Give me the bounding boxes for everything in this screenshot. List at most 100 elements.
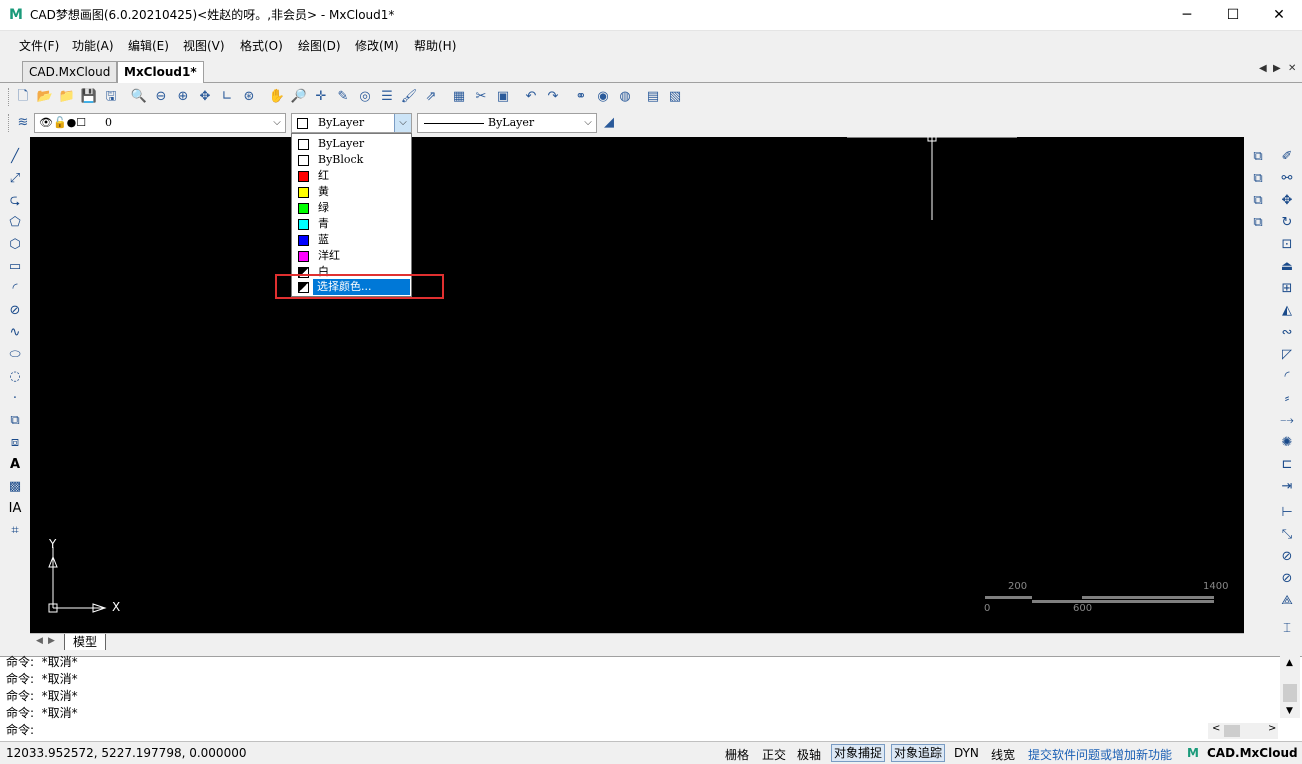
open-cloud-icon[interactable]: 📁 bbox=[58, 88, 76, 106]
fillet-icon[interactable]: ◜ bbox=[1277, 367, 1297, 387]
ellipse-icon[interactable]: ⬭ bbox=[5, 345, 25, 365]
text-icon[interactable]: A bbox=[5, 455, 25, 475]
offset-icon[interactable]: ⏏ bbox=[1277, 257, 1297, 277]
color-option-blue[interactable]: 蓝 bbox=[292, 232, 411, 248]
send-under-icon[interactable]: ⧉ bbox=[1248, 213, 1268, 233]
trim-icon[interactable]: ⸗ bbox=[1277, 389, 1297, 409]
chamfer-icon[interactable]: ◸ bbox=[1277, 345, 1297, 365]
chevron-down-icon[interactable]: ⌵ bbox=[269, 114, 285, 132]
menu-function[interactable]: 功能(A) bbox=[72, 37, 114, 54]
layer-combo[interactable]: 👁🔓●☐ 0 ⌵ bbox=[34, 113, 286, 133]
match-properties-icon[interactable]: ◎ bbox=[356, 88, 374, 106]
construction-line-icon[interactable]: ⤢ bbox=[5, 169, 25, 189]
redo-icon[interactable]: ↷ bbox=[544, 88, 562, 106]
line-icon[interactable]: ╱ bbox=[5, 147, 25, 167]
menu-modify[interactable]: 修改(M) bbox=[355, 37, 399, 54]
brush-icon[interactable]: 🖌 bbox=[400, 88, 418, 106]
undo-icon[interactable]: ↶ bbox=[522, 88, 540, 106]
color-option-cyan[interactable]: 青 bbox=[292, 216, 411, 232]
dim-angular-icon[interactable]: ⟁ bbox=[1277, 591, 1297, 611]
toggle-dyn[interactable]: DYN bbox=[954, 746, 979, 760]
export-icon[interactable]: ⇗ bbox=[422, 88, 440, 106]
mtext-icon[interactable]: IA bbox=[5, 499, 25, 519]
tab-next-icon[interactable]: ▶ bbox=[1273, 63, 1281, 74]
layout-prev-icon[interactable]: ◀ bbox=[36, 636, 43, 646]
save-icon[interactable]: 💾 bbox=[80, 88, 98, 106]
tab-close-icon[interactable]: ✕ bbox=[1288, 63, 1296, 74]
dim-aligned-icon[interactable]: ⤡ bbox=[1277, 525, 1297, 545]
circle-icon[interactable]: ⊘ bbox=[5, 301, 25, 321]
tab-model[interactable]: 模型 bbox=[64, 634, 107, 650]
zoom-realtime-icon[interactable]: ⊛ bbox=[240, 88, 258, 106]
pan-icon[interactable]: ✋ bbox=[268, 88, 286, 106]
color-option-magenta[interactable]: 洋红 bbox=[292, 248, 411, 264]
zoom-extents-icon[interactable]: ✥ bbox=[196, 88, 214, 106]
rotate-icon[interactable]: ↻ bbox=[1277, 213, 1297, 233]
color-option-green[interactable]: 绿 bbox=[292, 200, 411, 216]
minimize-button[interactable]: ─ bbox=[1164, 0, 1210, 30]
color-option-red[interactable]: 红 bbox=[292, 168, 411, 184]
color-option-byblock[interactable]: ByBlock bbox=[292, 152, 411, 168]
menu-help[interactable]: 帮助(H) bbox=[414, 37, 456, 54]
polyline-icon[interactable]: ⮎ bbox=[5, 191, 25, 211]
array-icon[interactable]: ⊞ bbox=[1277, 279, 1297, 299]
cloud-icon[interactable]: ◉ bbox=[594, 88, 612, 106]
chevron-down-icon[interactable]: ⌵ bbox=[394, 114, 411, 132]
menu-file[interactable]: 文件(F) bbox=[19, 37, 59, 54]
dim-linear-icon[interactable]: ⊢ bbox=[1277, 503, 1297, 523]
copy-icon[interactable]: ⚯ bbox=[1277, 169, 1297, 189]
new-file-icon[interactable]: 🗋 bbox=[14, 88, 32, 106]
break-icon[interactable]: ⊏ bbox=[1277, 455, 1297, 475]
shape-icon[interactable]: ⬡ bbox=[5, 235, 25, 255]
send-to-back-icon[interactable]: ⧉ bbox=[1248, 169, 1268, 189]
toggle-lineweight[interactable]: 线宽 bbox=[991, 746, 1015, 763]
extend-icon[interactable]: ⤍ bbox=[1277, 411, 1297, 431]
rectangle-icon[interactable]: ▭ bbox=[5, 257, 25, 277]
layer-manager-icon[interactable]: ≋ bbox=[14, 114, 32, 132]
sync-icon[interactable]: ◍ bbox=[616, 88, 634, 106]
mirror-icon[interactable]: ◭ bbox=[1277, 301, 1297, 321]
layers-icon[interactable]: ☰ bbox=[378, 88, 396, 106]
pencil-icon[interactable]: ✎ bbox=[334, 88, 352, 106]
save-as-icon[interactable]: 🖫 bbox=[102, 88, 120, 106]
dim-radius-icon[interactable]: ⊘ bbox=[1277, 547, 1297, 567]
hatch-icon[interactable]: ▩ bbox=[5, 477, 25, 497]
scroll-thumb[interactable] bbox=[1283, 684, 1297, 702]
maximize-button[interactable]: ☐ bbox=[1210, 0, 1256, 30]
bring-above-icon[interactable]: ⧉ bbox=[1248, 191, 1268, 211]
tab-mxcloud1[interactable]: MxCloud1* bbox=[117, 61, 204, 83]
command-vscroll[interactable]: ▲ ▼ bbox=[1280, 656, 1300, 718]
zoom-out-icon[interactable]: ⊖ bbox=[152, 88, 170, 106]
toolbar-grip[interactable] bbox=[8, 88, 13, 106]
menu-edit[interactable]: 编辑(E) bbox=[128, 37, 169, 54]
dim-style-icon[interactable]: ⌶ bbox=[1277, 619, 1297, 639]
arc-icon[interactable]: ◜ bbox=[5, 279, 25, 299]
linetype-combo[interactable]: ByLayer ⌵ bbox=[417, 113, 597, 133]
scroll-up-icon[interactable]: ▲ bbox=[1286, 658, 1293, 668]
menu-format[interactable]: 格式(O) bbox=[240, 37, 283, 54]
layout-next-icon[interactable]: ▶ bbox=[48, 636, 55, 646]
stretch-icon[interactable]: ∾ bbox=[1277, 323, 1297, 343]
scroll-left-icon[interactable]: < bbox=[1212, 723, 1220, 734]
tab-cad-mxcloud[interactable]: CAD.MxCloud bbox=[22, 61, 118, 82]
ucs-icon[interactable]: ∟ bbox=[218, 88, 236, 106]
bring-to-front-icon[interactable]: ⧉ bbox=[1248, 147, 1268, 167]
join-icon[interactable]: ⇥ bbox=[1277, 477, 1297, 497]
spline-icon[interactable]: ∿ bbox=[5, 323, 25, 343]
scroll-thumb[interactable] bbox=[1224, 725, 1240, 737]
toggle-otrack[interactable]: 对象追踪 bbox=[891, 744, 946, 762]
menu-view[interactable]: 视图(V) bbox=[183, 37, 225, 54]
drawing-canvas[interactable]: Y X 200 1400 0 600 bbox=[30, 137, 1244, 633]
scroll-right-icon[interactable]: > bbox=[1268, 723, 1276, 734]
zoom-icon[interactable]: 🔎 bbox=[290, 88, 308, 106]
tab-prev-icon[interactable]: ◀ bbox=[1259, 63, 1267, 74]
erase-modify-icon[interactable]: ✐ bbox=[1277, 147, 1297, 167]
toggle-ortho[interactable]: 正交 bbox=[762, 746, 786, 763]
polygon-icon[interactable]: ⬠ bbox=[5, 213, 25, 233]
measure-icon[interactable]: ▦ bbox=[450, 88, 468, 106]
menu-draw[interactable]: 绘图(D) bbox=[298, 37, 341, 54]
move-modify-icon[interactable]: ✥ bbox=[1277, 191, 1297, 211]
open-file-icon[interactable]: 📂 bbox=[36, 88, 54, 106]
block-icon[interactable]: ▣ bbox=[494, 88, 512, 106]
insert-block-icon[interactable]: ⧉ bbox=[5, 411, 25, 431]
